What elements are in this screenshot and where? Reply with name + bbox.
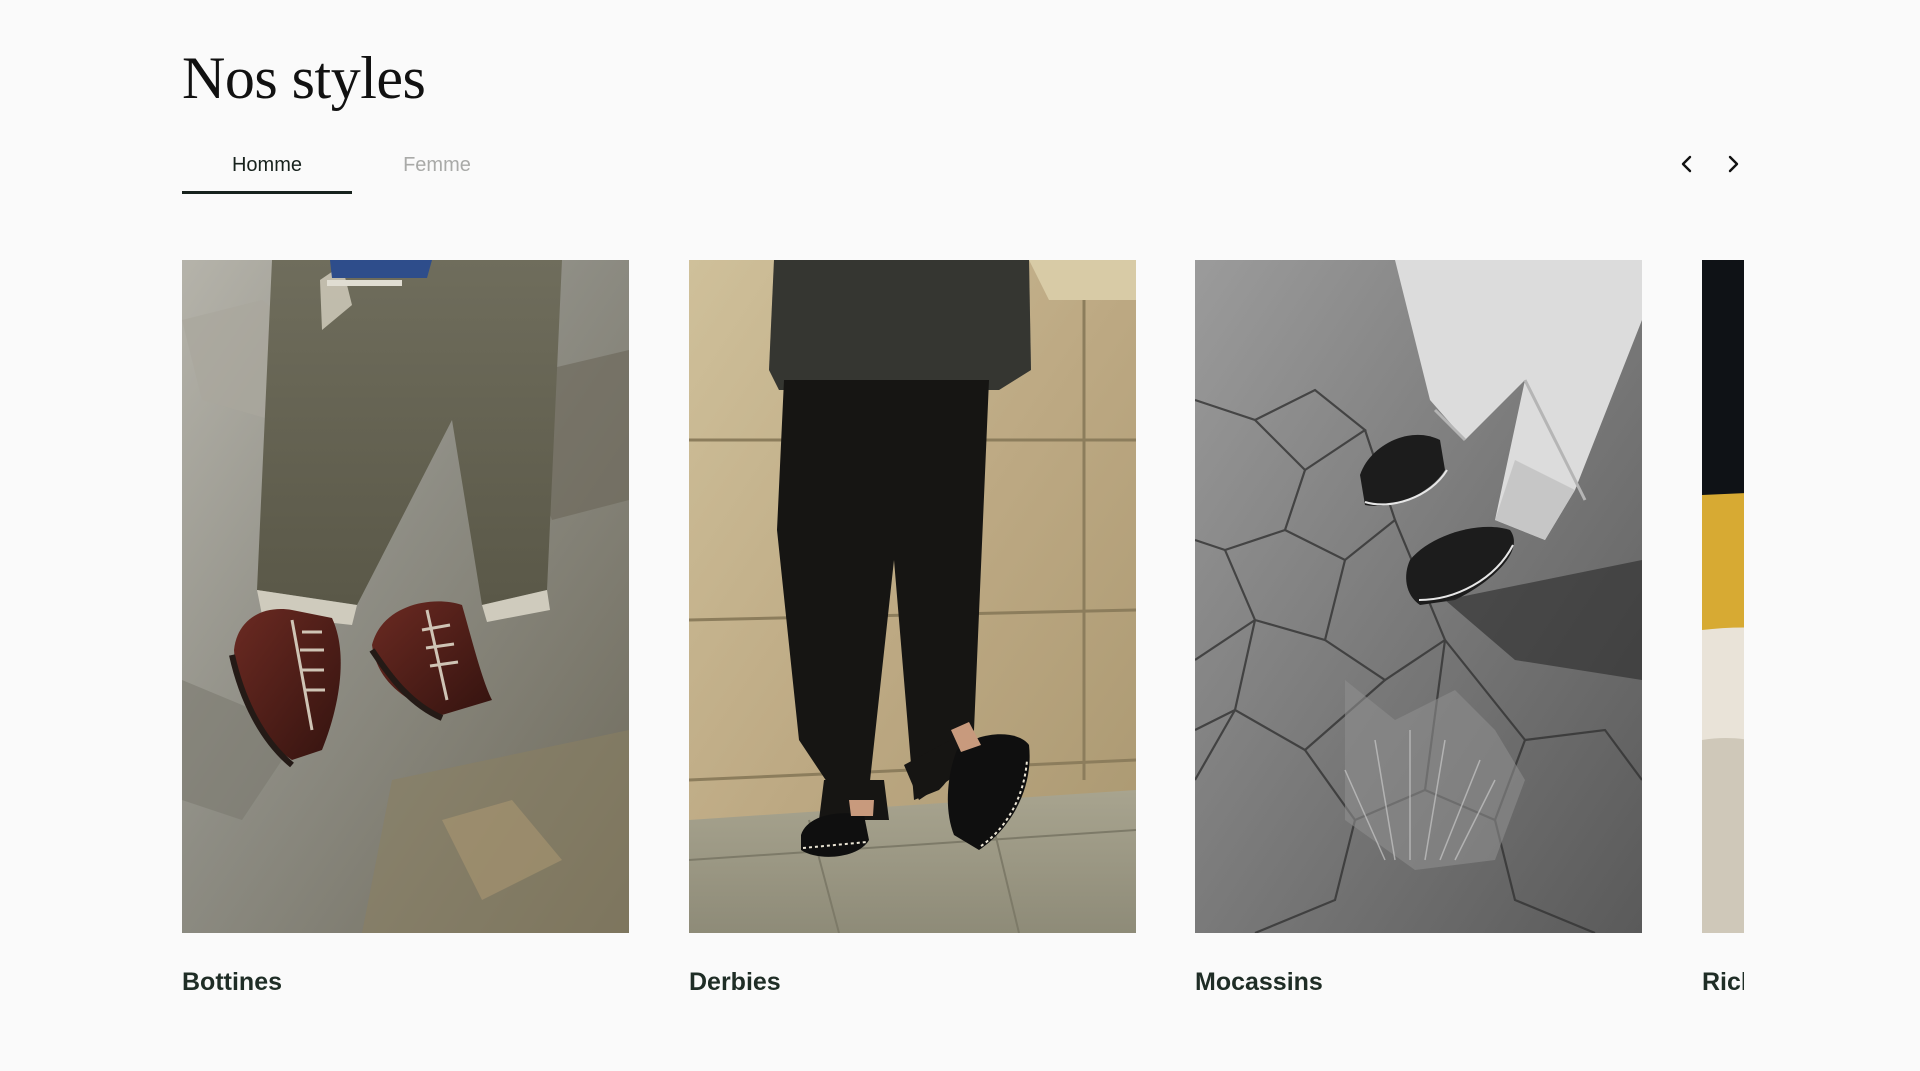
tab-femme[interactable]: Femme [352,140,522,194]
section-title: Nos styles [182,45,426,111]
tab-homme[interactable]: Homme [182,140,352,194]
next-button[interactable] [1718,144,1748,184]
carousel-controls [1672,144,1748,184]
styles-page: Nos styles Homme Femme Bottines Derbies … [0,0,1920,1071]
hiking-boots-photo [182,260,629,933]
chevron-left-icon [1681,155,1692,173]
derby-shoes-photo [689,260,1136,933]
style-label: Mocassins [1195,968,1323,996]
oxford-shoes-photo [1702,260,1744,933]
style-label: Bottines [182,968,282,996]
style-card-richelieu[interactable]: Richelieu [1702,260,1744,1020]
style-card-mocassins[interactable]: Mocassins [1195,260,1642,1020]
style-card-derbies[interactable]: Derbies [689,260,1136,1020]
style-carousel: Bottines Derbies Mocassins Ric [182,260,1744,1020]
loafers-photo [1195,260,1642,933]
style-label: Richelieu [1702,968,1744,996]
chevron-right-icon [1728,155,1739,173]
style-label: Derbies [689,968,781,996]
gender-tabs: Homme Femme [182,140,522,196]
previous-button[interactable] [1672,144,1702,184]
style-card-bottines[interactable]: Bottines [182,260,629,1020]
